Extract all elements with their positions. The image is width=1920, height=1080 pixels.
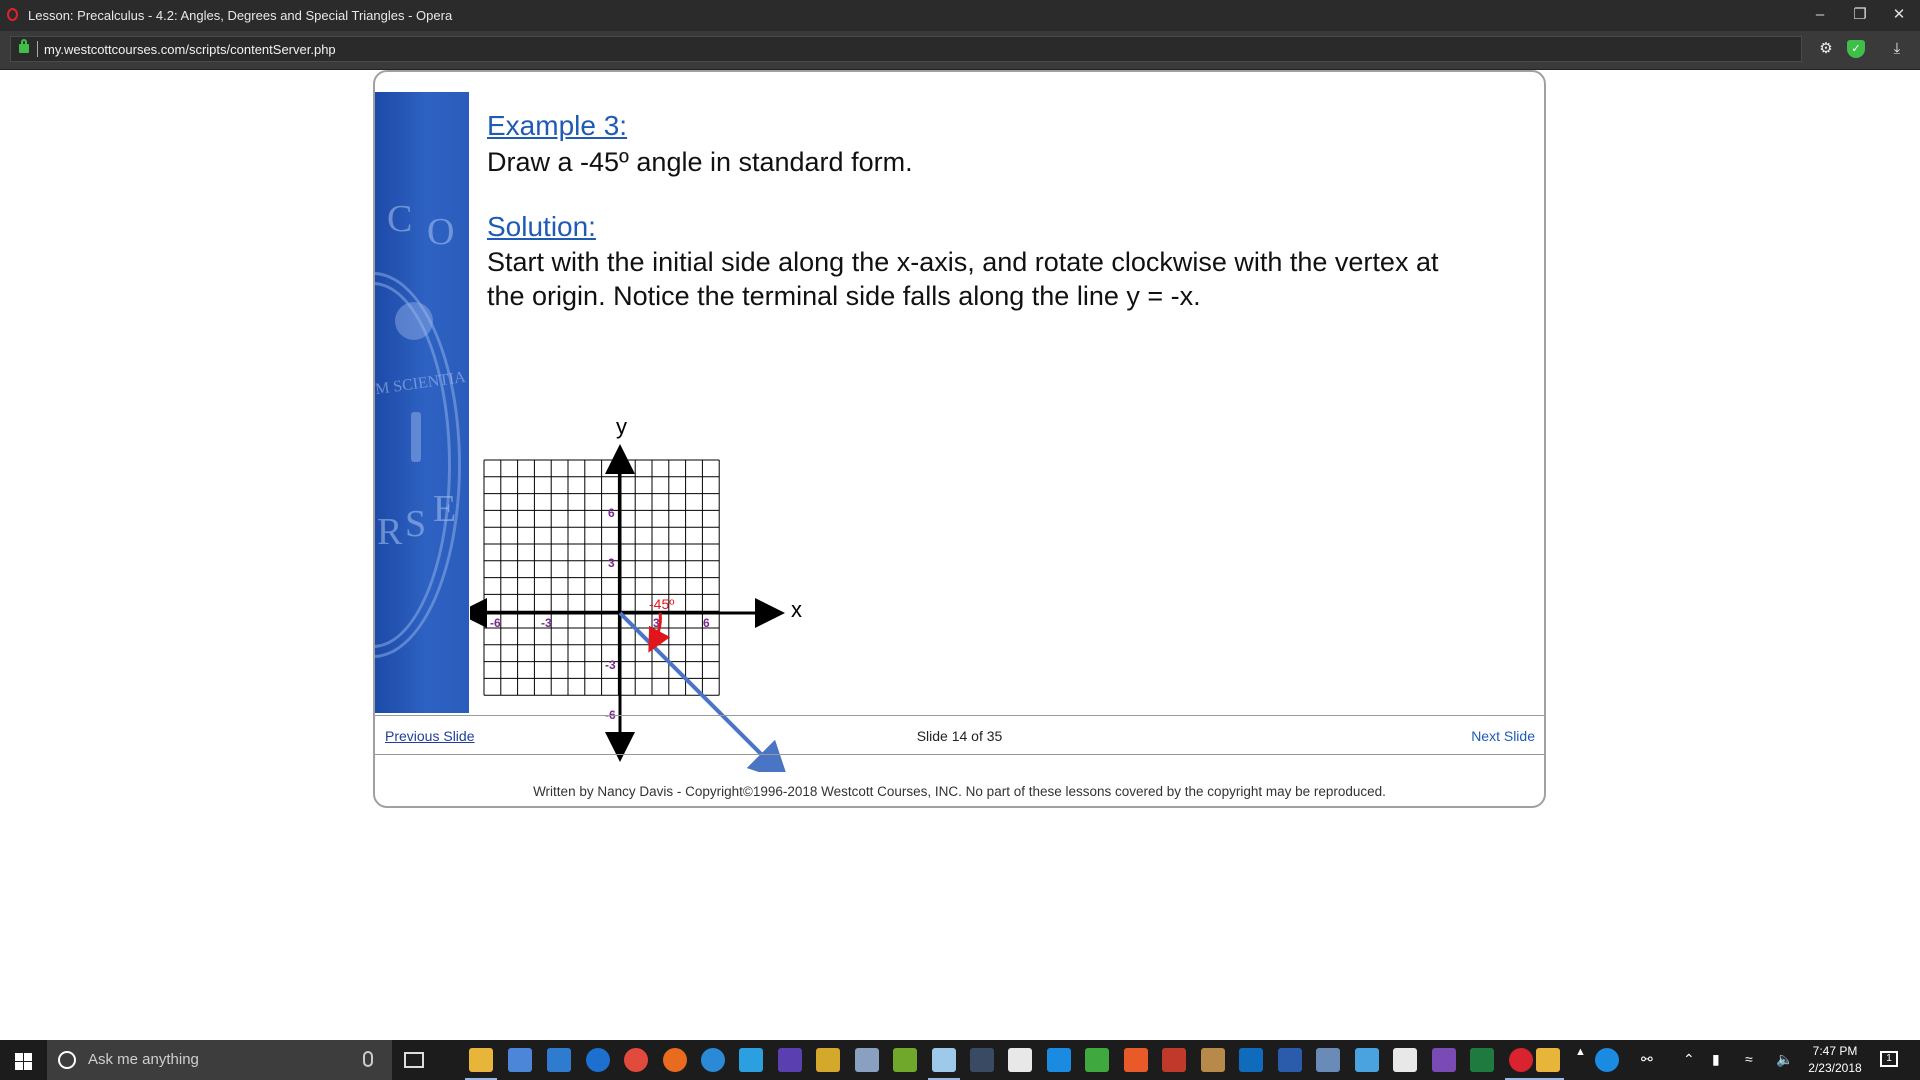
close-button[interactable]: ✕	[1884, 4, 1914, 26]
seal-letter: O	[427, 211, 455, 253]
vpn-shield-icon[interactable]: ✓	[1847, 40, 1865, 58]
solution-line: Start with the initial side along the x-…	[487, 247, 1439, 277]
y-tick-label: 6	[608, 506, 615, 520]
cortana-icon	[58, 1051, 76, 1069]
seal-letter: C	[387, 198, 413, 240]
url-field[interactable]: my.westcottcourses.com/scripts/contentSe…	[10, 36, 1802, 62]
clock-date: 2/23/2018	[1808, 1061, 1862, 1075]
x-tick-label: -6	[490, 616, 501, 630]
lambda-app-icon[interactable]	[893, 1048, 917, 1072]
clock[interactable]: 7:47 PM 2/23/2018	[1800, 1043, 1870, 1077]
y-tick-label: -3	[605, 658, 616, 672]
app-icon[interactable]	[1201, 1048, 1225, 1072]
people-icon[interactable]: ⚯	[1641, 1051, 1653, 1068]
opera-logo-icon	[7, 8, 18, 21]
restore-button[interactable]: ❐	[1845, 4, 1875, 26]
app-icon[interactable]	[855, 1048, 879, 1072]
windows-logo-icon	[24, 1062, 32, 1070]
minimize-button[interactable]: –	[1805, 4, 1835, 26]
battery-icon[interactable]: ▮	[1712, 1051, 1720, 1068]
firefox-icon[interactable]	[663, 1048, 687, 1072]
angle-label: -45º	[649, 596, 674, 612]
lesson-frame: C O M SCIENTIA R S E Example 3: Draw a -…	[373, 70, 1546, 808]
visual-studio-icon[interactable]	[1432, 1048, 1456, 1072]
slide-nav: Previous Slide Slide 14 of 35 Next Slide	[375, 715, 1544, 755]
edge-icon[interactable]	[586, 1048, 610, 1072]
file-explorer-icon[interactable]	[465, 1048, 497, 1080]
copyright-notice: Written by Nancy Davis - Copyright©1996-…	[533, 784, 1386, 799]
seal-letter: R	[377, 511, 403, 553]
search-placeholder: Ask me anything	[88, 1051, 199, 1068]
slide-counter: Slide 14 of 35	[916, 728, 1003, 744]
example-heading: Example 3:	[487, 110, 628, 141]
app-icon[interactable]	[778, 1048, 802, 1072]
wifi-icon[interactable]: ≈	[1745, 1051, 1753, 1067]
taskbar-scroll-icon[interactable]: ▲	[1575, 1046, 1586, 1058]
title-bar: Lesson: Precalculus - 4.2: Angles, Degre…	[0, 0, 1920, 31]
settings-gear-icon[interactable]: ⚙	[1816, 39, 1836, 59]
next-slide-link[interactable]: Next Slide	[1471, 728, 1535, 744]
solution-text: Start with the initial side along the x-…	[487, 245, 1527, 313]
globe-icon	[395, 302, 433, 340]
calculator-icon[interactable]	[1008, 1048, 1032, 1072]
search-box[interactable]: Ask me anything	[47, 1040, 392, 1080]
app-icon[interactable]	[928, 1048, 960, 1080]
volume-icon[interactable]: 🔈	[1776, 1051, 1793, 1068]
torch-icon	[411, 412, 421, 462]
seal-letter: E	[433, 488, 457, 530]
y-axis-label: y	[616, 417, 627, 439]
app-icon[interactable]	[1124, 1048, 1148, 1072]
help-icon[interactable]	[1595, 1048, 1619, 1072]
app-icon[interactable]	[1085, 1048, 1109, 1072]
star-app-icon[interactable]	[816, 1048, 840, 1072]
filezilla-icon[interactable]	[1162, 1048, 1186, 1072]
example-text: Draw a -45º angle in standard form.	[487, 147, 913, 177]
x-axis-label: x	[791, 597, 802, 622]
seal-letter: S	[405, 503, 427, 545]
windows-logo-icon	[24, 1053, 32, 1061]
solution-heading: Solution:	[487, 211, 596, 242]
start-button[interactable]	[0, 1040, 46, 1080]
windows-logo-icon	[15, 1062, 23, 1070]
app-icon[interactable]	[970, 1048, 994, 1072]
app-icon[interactable]	[1047, 1048, 1071, 1072]
task-view-icon[interactable]	[404, 1052, 424, 1068]
app-icon[interactable]	[1355, 1048, 1379, 1072]
microphone-icon[interactable]	[363, 1051, 373, 1067]
mail-icon[interactable]	[1393, 1048, 1417, 1072]
show-hidden-icons-icon[interactable]: ⌃	[1683, 1051, 1695, 1068]
address-bar: my.westcottcourses.com/scripts/contentSe…	[0, 31, 1920, 70]
clock-time: 7:47 PM	[1812, 1044, 1858, 1058]
x-tick-label: -3	[541, 616, 552, 630]
app-icon[interactable]	[1316, 1048, 1340, 1072]
y-tick-label: 3	[608, 556, 615, 570]
solution-line: the origin. Notice the terminal side fal…	[487, 281, 1201, 311]
internet-explorer-icon[interactable]	[701, 1048, 725, 1072]
download-icon[interactable]: ⤓	[1887, 39, 1907, 59]
windows-logo-icon	[15, 1053, 23, 1061]
x-tick-label: 6	[703, 616, 710, 630]
store-icon[interactable]	[508, 1048, 532, 1072]
app-x-icon[interactable]	[547, 1048, 571, 1072]
excel-icon[interactable]	[1470, 1048, 1494, 1072]
opera-icon[interactable]	[1505, 1048, 1537, 1080]
lock-icon	[19, 39, 29, 53]
url-text: my.westcottcourses.com/scripts/contentSe…	[44, 42, 336, 57]
notification-center-icon[interactable]: 1	[1880, 1051, 1898, 1067]
word-icon[interactable]	[1278, 1048, 1302, 1072]
outlook-icon[interactable]	[1239, 1048, 1263, 1072]
grid	[483, 459, 720, 696]
window-title: Lesson: Precalculus - 4.2: Angles, Degre…	[28, 8, 453, 23]
app-icon[interactable]	[1532, 1048, 1564, 1080]
college-seal-banner: C O M SCIENTIA R S E	[375, 92, 469, 713]
url-divider	[37, 41, 38, 57]
app-icon[interactable]	[739, 1048, 763, 1072]
taskbar: Ask me anything ▲ ⚯ ⌃ ▮ ≈ 🔈 7:47 PM 2/23…	[0, 1040, 1920, 1080]
chrome-icon[interactable]	[624, 1048, 648, 1072]
